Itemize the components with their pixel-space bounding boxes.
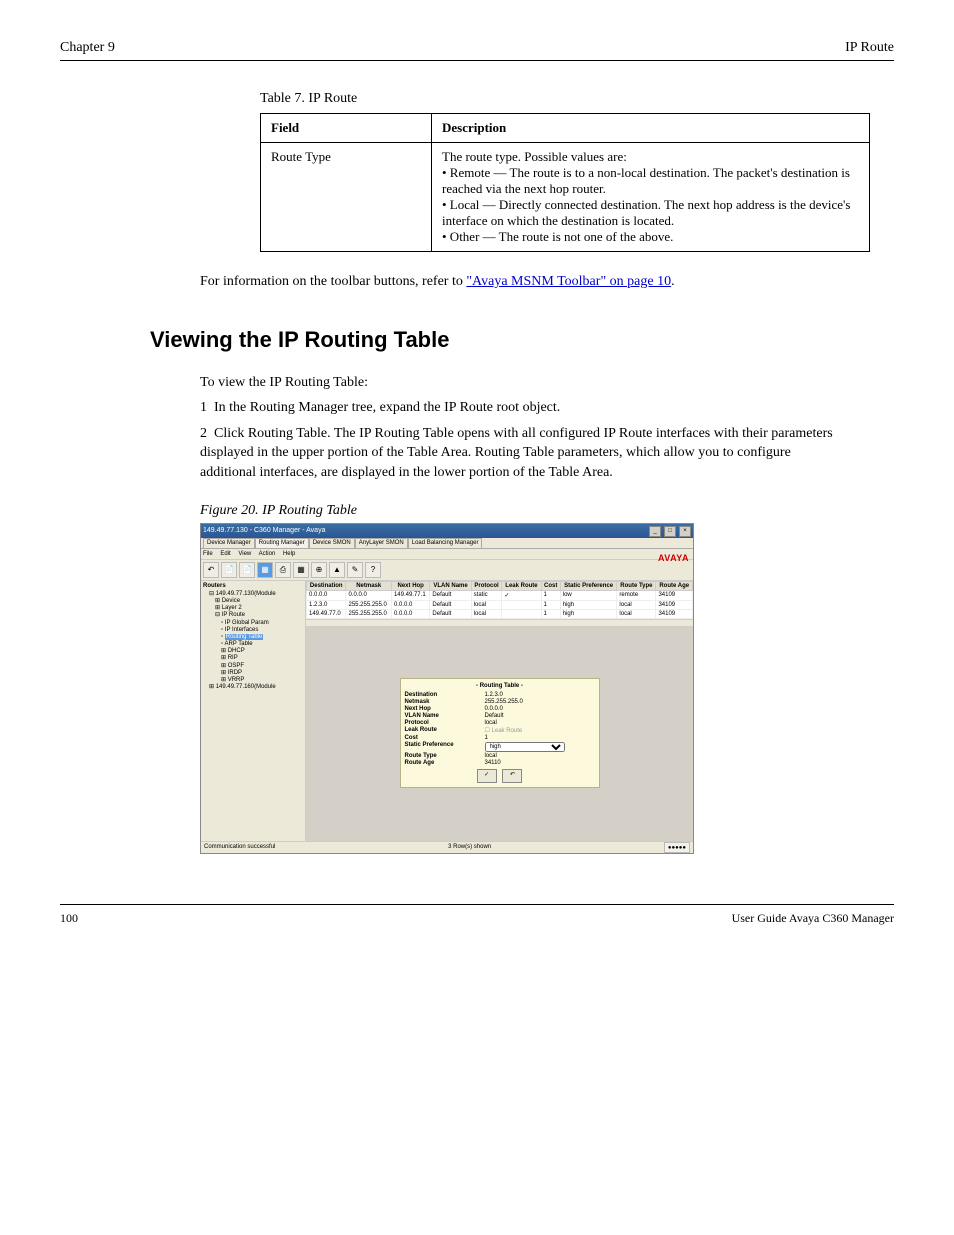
- header-left: Chapter 9: [60, 40, 115, 55]
- figure-caption: Figure 20. IP Routing Table: [200, 503, 894, 519]
- grid-col[interactable]: Next Hop: [391, 581, 429, 590]
- tree-item-routing-table[interactable]: Routing Table: [225, 634, 264, 640]
- status-left: Communication successful: [204, 842, 275, 853]
- cell-desc: The route type. Possible values are: • R…: [432, 143, 870, 252]
- form-label: Route Age: [405, 760, 485, 766]
- grid-scrollbar[interactable]: [306, 619, 693, 626]
- menu-view[interactable]: View: [238, 551, 251, 557]
- toolbar-btn-7[interactable]: ⊕: [311, 562, 327, 578]
- form-label: VLAN Name: [405, 713, 485, 719]
- routing-form: - Routing Table - Destination1.2.3.0Netm…: [400, 678, 600, 788]
- tab-device-smon[interactable]: Device SMON: [309, 538, 355, 548]
- tree-header: Routers: [203, 583, 303, 590]
- menu-action[interactable]: Action: [259, 551, 276, 557]
- form-value: ☐ Leak Route: [485, 727, 595, 734]
- toolbar-btn-1[interactable]: ↶: [203, 562, 219, 578]
- maximize-button[interactable]: □: [664, 526, 676, 537]
- form-value: 0.0.0.0: [485, 706, 595, 712]
- footer-left: 100: [60, 911, 78, 926]
- grid-row[interactable]: 149.49.77.0255.255.255.00.0.0.0Defaultlo…: [307, 609, 693, 618]
- status-center: 3 Row(s) shown: [448, 842, 491, 853]
- toolbar: ↶ 📄 📄 ▦ ⎙ ▦ ⊕ ▲ ✎ ?: [201, 560, 693, 581]
- form-value: local: [485, 753, 595, 759]
- form-value: 1.2.3.0: [485, 692, 595, 698]
- menu-file[interactable]: File: [203, 551, 213, 557]
- toolbar-btn-5[interactable]: ⎙: [275, 562, 291, 578]
- menu-edit[interactable]: Edit: [220, 551, 230, 557]
- form-label: Destination: [405, 692, 485, 698]
- section-heading: Viewing the IP Routing Table: [150, 327, 894, 353]
- form-undo-button[interactable]: ↶: [502, 769, 522, 783]
- table-caption: Table 7. IP Route: [260, 91, 894, 107]
- toolbar-btn-9[interactable]: ✎: [347, 562, 363, 578]
- form-value: local: [485, 720, 595, 726]
- status-bar: Communication successful 3 Row(s) shown …: [201, 841, 693, 853]
- grid-col[interactable]: Protocol: [471, 581, 502, 590]
- form-label: Route Type: [405, 753, 485, 759]
- toolbar-btn-4[interactable]: ▦: [257, 562, 273, 578]
- form-title: - Routing Table -: [405, 683, 595, 689]
- status-tray: ●●●●●: [664, 842, 690, 853]
- cell-field: Route Type: [261, 143, 432, 252]
- tab-load-balancing[interactable]: Load Balancing Manager: [408, 538, 483, 548]
- toolbar-btn-6[interactable]: ▦: [293, 562, 309, 578]
- window-titlebar: 149.49.77.130 - C360 Manager - Avaya _ □…: [201, 524, 693, 538]
- menubar: File Edit View Action Help: [201, 549, 693, 560]
- form-label: Cost: [405, 735, 485, 741]
- window-title: 149.49.77.130 - C360 Manager - Avaya: [203, 524, 325, 538]
- toolbar-btn-8[interactable]: ▲: [329, 562, 345, 578]
- intro-text: To view the IP Routing Table:: [200, 373, 834, 393]
- close-button[interactable]: ×: [679, 526, 691, 537]
- tab-row: Device Manager Routing Manager Device SM…: [201, 538, 693, 549]
- app-window: 149.49.77.130 - C360 Manager - Avaya _ □…: [200, 523, 694, 854]
- ip-route-table: Field Description Route Type The route t…: [260, 113, 870, 252]
- footer-right: User Guide Avaya C360 Manager: [732, 911, 894, 926]
- routing-grid[interactable]: DestinationNetmaskNext HopVLAN NameProto…: [306, 581, 693, 619]
- related-info: For information on the toolbar buttons, …: [200, 272, 834, 292]
- grid-col[interactable]: Leak Route: [502, 581, 541, 590]
- grid-col[interactable]: Static Preference: [560, 581, 617, 590]
- form-label: Netmask: [405, 699, 485, 705]
- grid-col[interactable]: Cost: [541, 581, 560, 590]
- form-value: 1: [485, 735, 595, 741]
- page-header: Chapter 9 IP Route: [60, 40, 894, 61]
- form-label: Protocol: [405, 720, 485, 726]
- grid-row[interactable]: 0.0.0.00.0.0.0149.49.77.1Defaultstatic✓1…: [307, 590, 693, 600]
- minimize-button[interactable]: _: [649, 526, 661, 537]
- form-label: Static Preference: [405, 742, 485, 752]
- tab-anylayer-smon[interactable]: AnyLayer SMON: [355, 538, 408, 548]
- related-link[interactable]: "Avaya MSNM Toolbar" on page 10: [466, 274, 671, 289]
- static-preference-select[interactable]: high: [485, 742, 565, 752]
- tab-device-manager[interactable]: Device Manager: [203, 538, 255, 548]
- menu-help[interactable]: Help: [283, 551, 295, 557]
- grid-row[interactable]: 1.2.3.0255.255.255.00.0.0.0Defaultlocal1…: [307, 600, 693, 609]
- toolbar-btn-3[interactable]: 📄: [239, 562, 255, 578]
- grid-col[interactable]: Netmask: [346, 581, 391, 590]
- nav-tree[interactable]: Routers ⊟ 149.49.77.130(Module ⊞ Device …: [201, 581, 306, 841]
- form-label: Leak Route: [405, 727, 485, 734]
- grid-col[interactable]: VLAN Name: [430, 581, 471, 590]
- form-value: 34110: [485, 760, 595, 766]
- form-value: high: [485, 742, 595, 752]
- form-ok-button[interactable]: ✓: [477, 769, 497, 783]
- grid-col[interactable]: Destination: [307, 581, 346, 590]
- page-footer: 100 User Guide Avaya C360 Manager: [60, 904, 894, 926]
- form-value: 255.255.255.0: [485, 699, 595, 705]
- grid-col[interactable]: Route Age: [656, 581, 693, 590]
- form-value: Default: [485, 713, 595, 719]
- grid-col[interactable]: Route Type: [617, 581, 656, 590]
- table-row: Route Type The route type. Possible valu…: [261, 143, 870, 252]
- brand-logo: AVAYA: [658, 553, 689, 563]
- form-label: Next Hop: [405, 706, 485, 712]
- tab-routing-manager[interactable]: Routing Manager: [255, 538, 309, 548]
- toolbar-btn-help[interactable]: ?: [365, 562, 381, 578]
- th-desc: Description: [432, 114, 870, 143]
- steps: 1 In the Routing Manager tree, expand th…: [200, 398, 834, 482]
- th-field: Field: [261, 114, 432, 143]
- toolbar-btn-2[interactable]: 📄: [221, 562, 237, 578]
- header-right: IP Route: [845, 40, 894, 56]
